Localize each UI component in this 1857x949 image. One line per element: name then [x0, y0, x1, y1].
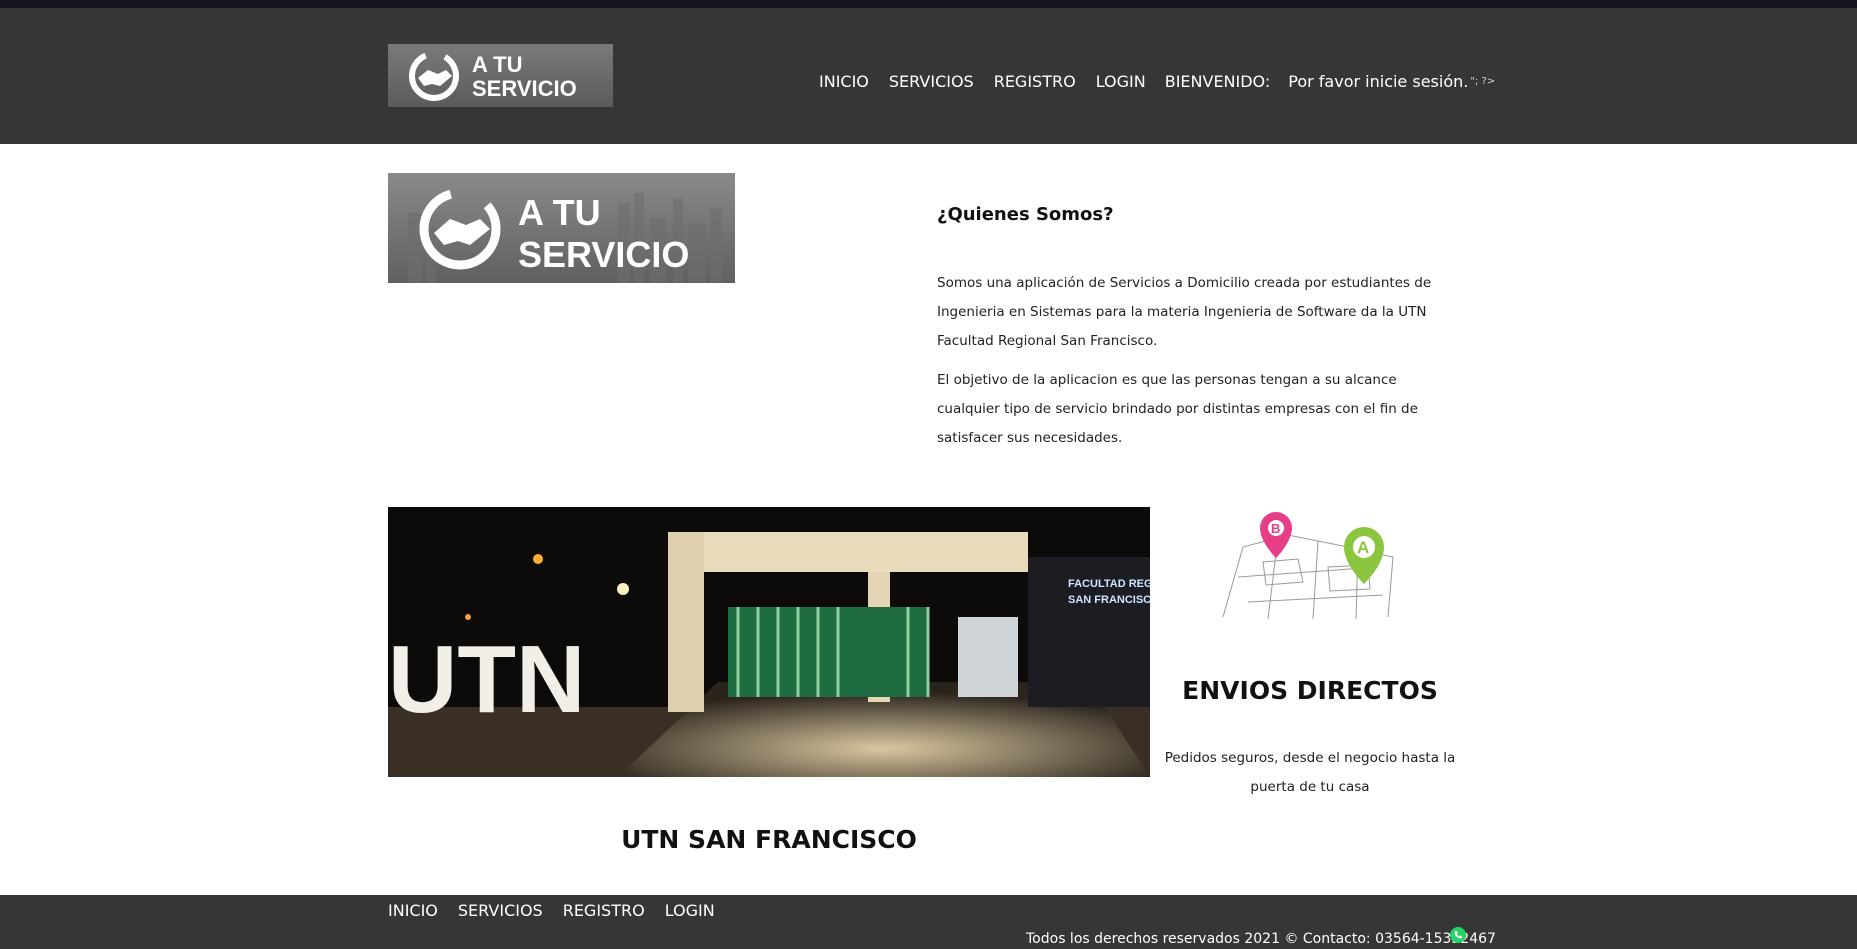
footer-nav: INICIO SERVICIOS REGISTRO LOGIN: [388, 901, 735, 920]
nav-servicios[interactable]: SERVICIOS: [889, 72, 974, 91]
campus-night-image: FACULTAD REGIONAL SAN FRANCISCO UTN: [388, 507, 1150, 777]
header-logo[interactable]: A TU SERVICIO: [388, 44, 613, 107]
footer-nav-inicio[interactable]: INICIO: [388, 901, 438, 920]
login-status: Por favor inicie sesión.: [1288, 71, 1469, 91]
city-skyline-graphic: A TU SERVICIO: [408, 188, 722, 283]
utn-caption: UTN SAN FRANCISCO: [621, 825, 917, 854]
map-pins-icon: B A: [1222, 512, 1394, 620]
utn-campus-photo: FACULTAD REGIONAL SAN FRANCISCO UTN: [388, 507, 1150, 777]
main-nav: INICIO SERVICIOS REGISTRO LOGIN BIENVENI…: [819, 69, 1495, 93]
footer-nav-registro[interactable]: REGISTRO: [563, 901, 645, 920]
nav-inicio[interactable]: INICIO: [819, 72, 869, 91]
utn-letters-sign: UTN: [388, 626, 585, 733]
footer-nav-login[interactable]: LOGIN: [665, 901, 715, 920]
handshake-logo-icon: A TU SERVICIO: [409, 51, 577, 101]
copyright-text: Todos los derechos reservados 2021 © Con…: [1026, 931, 1496, 947]
pin-b-label: B: [1271, 521, 1280, 536]
nav-registro[interactable]: REGISTRO: [994, 72, 1076, 91]
building-sign-line2: SAN FRANCISCO: [1068, 594, 1150, 606]
whatsapp-phone-glyph: [1454, 931, 1462, 939]
welcome-label: BIENVENIDO:: [1164, 71, 1271, 91]
about-title: ¿Quienes Somos?: [937, 204, 1114, 225]
logo-text-line2: SERVICIO: [472, 76, 577, 101]
banner-text-line1: A TU: [518, 192, 601, 233]
delivery-map-illustration: B A: [1218, 507, 1398, 625]
banner-text-line2: SERVICIO: [518, 234, 689, 275]
site-footer: [0, 895, 1857, 949]
brand-banner: A TU SERVICIO: [388, 173, 735, 283]
envios-title: ENVIOS DIRECTOS: [1182, 676, 1438, 705]
building-sign-line1: FACULTAD REGIONAL: [1068, 578, 1150, 590]
whatsapp-icon[interactable]: [1450, 927, 1466, 943]
logo-text-line1: A TU: [472, 52, 523, 77]
top-strip: [0, 0, 1857, 8]
code-artifact: "; ?>: [1470, 75, 1496, 87]
pin-a-label: A: [1357, 538, 1369, 557]
footer-nav-servicios[interactable]: SERVICIOS: [458, 901, 543, 920]
about-paragraph-1: Somos una aplicación de Servicios a Domi…: [937, 275, 1432, 349]
nav-login[interactable]: LOGIN: [1096, 72, 1146, 91]
about-section: ¿Quienes Somos? Somos una aplicación de …: [937, 204, 1461, 463]
about-paragraph-2: El objetivo de la aplicacion es que las …: [937, 372, 1418, 446]
envios-description: Pedidos seguros, desde el negocio hasta …: [1164, 750, 1456, 795]
